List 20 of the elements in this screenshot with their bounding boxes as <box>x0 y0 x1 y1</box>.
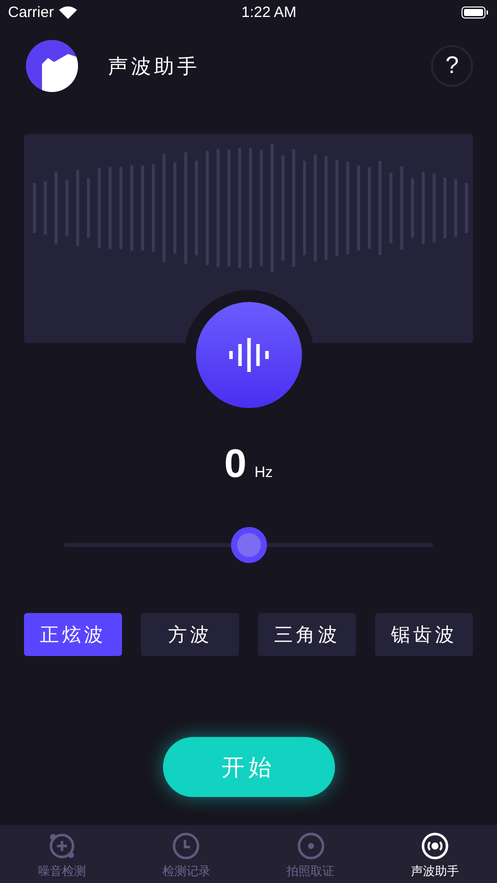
clock-time: 1:22 AM <box>241 4 296 21</box>
battery-icon <box>460 6 489 19</box>
lens-icon <box>296 832 325 860</box>
slider-thumb[interactable] <box>230 527 266 563</box>
broadcast-icon <box>420 832 449 860</box>
frequency-unit: Hz <box>254 464 273 481</box>
wave-type-button[interactable]: 锯齿波 <box>375 613 473 656</box>
wave-type-button[interactable]: 三角波 <box>258 613 356 656</box>
frequency-value: 0 <box>224 442 246 487</box>
wifi-icon <box>58 6 77 19</box>
plus-circle-icon <box>48 832 76 860</box>
wave-type-button[interactable]: 正炫波 <box>24 613 122 656</box>
page-title: 声波助手 <box>108 54 201 80</box>
wave-type-button[interactable]: 方波 <box>141 613 239 656</box>
help-button[interactable]: ? <box>431 45 473 87</box>
clock-icon <box>172 832 200 860</box>
avatar[interactable] <box>26 40 78 92</box>
carrier-label: Carrier <box>8 4 54 21</box>
tab-bar-item[interactable]: 声波助手 <box>372 825 497 883</box>
sound-wave-icon <box>228 338 268 372</box>
